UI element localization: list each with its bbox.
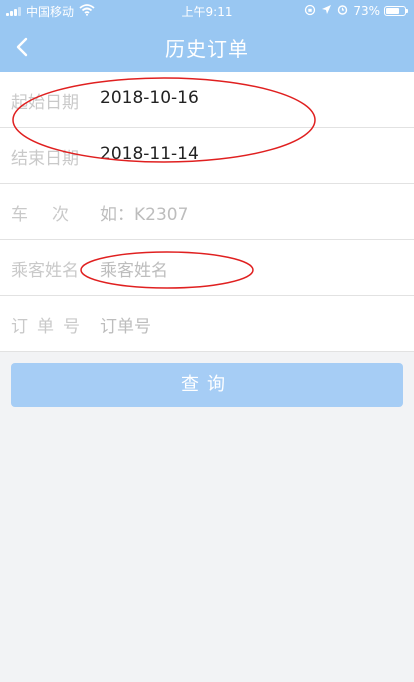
train-no-row[interactable]: 车次 如：K2307: [0, 184, 414, 240]
start-date-field[interactable]: 2018-10-16: [100, 88, 199, 108]
location-icon: [321, 4, 332, 18]
passenger-name-label: 乘客姓名: [11, 261, 79, 281]
passenger-name-input[interactable]: 乘客姓名: [100, 256, 168, 281]
page-title: 历史订单: [165, 37, 249, 61]
end-date-label: 结束日期: [11, 149, 79, 169]
battery-percent: 73%: [353, 4, 380, 18]
order-search-form: 起始日期 2018-10-16 结束日期 2018-11-14 车次 如：K23…: [0, 72, 414, 352]
order-no-input[interactable]: 订单号: [100, 312, 151, 337]
end-date-field[interactable]: 2018-11-14: [100, 144, 199, 164]
order-no-row[interactable]: 订单号 订单号: [0, 296, 414, 352]
app-header: 中国移动 上午9:11 73% 历史订单: [0, 0, 414, 72]
start-date-label: 起始日期: [11, 93, 79, 113]
alarm-icon: [337, 4, 348, 18]
status-bar: 中国移动 上午9:11 73%: [0, 0, 414, 22]
train-no-label: 车次: [11, 205, 93, 225]
battery-fill: [386, 8, 399, 14]
train-no-input[interactable]: 如：K2307: [100, 200, 188, 225]
order-no-label: 订单号: [11, 317, 89, 337]
battery-icon: [384, 6, 408, 16]
start-date-row[interactable]: 起始日期 2018-10-16: [0, 72, 414, 128]
status-right: 73%: [304, 4, 408, 19]
passenger-name-row[interactable]: 乘客姓名 乘客姓名: [0, 240, 414, 296]
end-date-row[interactable]: 结束日期 2018-11-14: [0, 128, 414, 184]
query-button[interactable]: 查询: [11, 363, 403, 407]
orientation-lock-icon: [304, 4, 316, 19]
